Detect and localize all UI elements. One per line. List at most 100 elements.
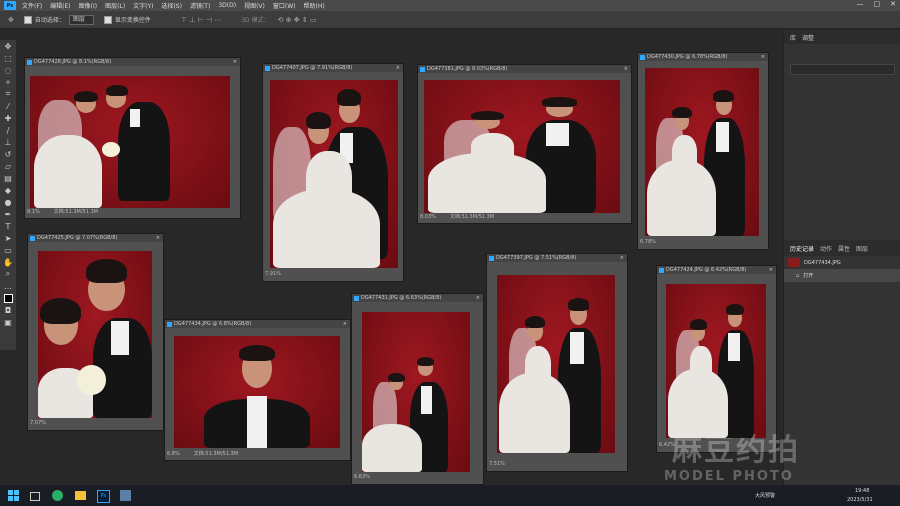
wechat-icon[interactable]	[52, 490, 63, 501]
brush-icon[interactable]: ∕	[0, 124, 16, 136]
document-title: DG477407.JPG @ 7.91%(RGB/8)	[272, 65, 353, 71]
screenmode-icon[interactable]: ▣	[0, 316, 16, 328]
menu-layer[interactable]: 图层(L)	[105, 1, 125, 10]
photo-canvas[interactable]	[270, 80, 398, 268]
document-title: DG477381.JPG @ 8.03%(RGB/8)	[427, 66, 508, 72]
zoom-readout[interactable]: 7.07%	[30, 420, 46, 426]
gradient-icon[interactable]: ▤	[0, 172, 16, 184]
history-open-row[interactable]: ▫ 打开	[784, 269, 900, 282]
photoshop-icon[interactable]: Ps	[97, 490, 110, 503]
menu-view[interactable]: 视图(V)	[244, 1, 265, 10]
close-document-icon[interactable]: ×	[769, 267, 773, 273]
eyedropper-icon[interactable]: ⁄	[0, 100, 16, 112]
zoom-readout[interactable]: 6.78%	[640, 239, 656, 245]
document-titlebar[interactable]: DG477407.JPG @ 7.91%(RGB/8) ×	[263, 64, 403, 72]
auto-select-checkbox[interactable]	[23, 15, 32, 24]
healing-icon[interactable]: ✚	[0, 112, 16, 124]
groom-hair	[541, 97, 577, 107]
close-document-icon[interactable]: ×	[343, 321, 347, 327]
rectangle-icon[interactable]: ▭	[0, 244, 16, 256]
document-titlebar[interactable]: DG477425.JPG @ 7.07%(RGB/8) ×	[28, 234, 163, 242]
stamp-icon[interactable]: ⊥	[0, 136, 16, 148]
menu-select[interactable]: 选择(S)	[161, 1, 182, 10]
document-titlebar[interactable]: DG477397.JPG @ 7.51%(RGB/8) ×	[487, 254, 627, 262]
zoom-readout[interactable]: 6.8%	[167, 451, 180, 457]
close-document-icon[interactable]: ×	[624, 66, 628, 72]
menu-window[interactable]: 窗口(W)	[273, 1, 296, 10]
clock-date[interactable]: 2023/5/31	[847, 497, 873, 503]
zoom-readout[interactable]: 7.51%	[489, 461, 505, 467]
align-icons[interactable]: ⊤ ⊥ ⊢ ⊣ ⋯	[181, 16, 221, 24]
zoom-readout[interactable]: 8.03%	[420, 214, 436, 220]
close-document-icon[interactable]: ×	[761, 54, 765, 60]
move-tool-icon[interactable]: ✥	[8, 16, 14, 24]
maximize-button[interactable]: □	[874, 0, 881, 8]
photo-canvas[interactable]	[174, 336, 340, 448]
weather-text[interactable]: 大风预警	[755, 492, 775, 499]
marquee-icon[interactable]: ⬚	[0, 52, 16, 64]
photo-canvas[interactable]	[497, 275, 615, 453]
quickmask-icon[interactable]: ◘	[0, 304, 16, 316]
auto-select-dropdown[interactable]: 图层	[68, 14, 94, 25]
more-icon[interactable]: …	[0, 280, 16, 292]
document-titlebar[interactable]: DG477434.JPG @ 6.8%(RGB/8) ×	[165, 320, 350, 328]
document-titlebar[interactable]: DG477431.JPG @ 6.63%(RGB/8) ×	[352, 294, 483, 302]
document-titlebar[interactable]: DG477381.JPG @ 8.03%(RGB/8) ×	[418, 65, 631, 73]
tab-actions[interactable]: 动作	[820, 244, 832, 253]
photo-canvas[interactable]	[424, 80, 620, 213]
magic-wand-icon[interactable]: ✧	[0, 76, 16, 88]
hand-icon[interactable]: ✋	[0, 256, 16, 268]
close-document-icon[interactable]: ×	[476, 295, 480, 301]
minimize-button[interactable]: —	[857, 0, 864, 8]
windows-start-icon[interactable]	[8, 490, 19, 501]
close-document-icon[interactable]: ×	[396, 65, 400, 71]
zoom-icon[interactable]: ⌕	[0, 268, 16, 280]
photo-canvas[interactable]	[362, 312, 470, 472]
history-brush-icon[interactable]: ↺	[0, 148, 16, 160]
close-document-icon[interactable]: ×	[620, 255, 624, 261]
crop-icon[interactable]: ⌗	[0, 88, 16, 100]
blur-icon[interactable]: ◆	[0, 184, 16, 196]
3d-tools-icons[interactable]: ⟲ ⊕ ✥ ⇕ ▭	[278, 16, 317, 24]
tab-layers[interactable]: 图层	[856, 244, 868, 253]
document-titlebar[interactable]: DG477428.JPG @ 8.1%(RGB/8) ×	[25, 58, 240, 66]
path-select-icon[interactable]: ➤	[0, 232, 16, 244]
color-swatch-icon[interactable]	[0, 292, 16, 304]
menu-file[interactable]: 文件(F)	[22, 1, 42, 10]
eraser-icon[interactable]: ▱	[0, 160, 16, 172]
lasso-icon[interactable]: ◌	[0, 64, 16, 76]
photo-canvas[interactable]	[645, 68, 759, 236]
document-titlebar[interactable]: DG477424.JPG @ 6.42%(RGB/8) ×	[657, 266, 776, 274]
taskview-icon[interactable]	[30, 492, 40, 501]
pen-icon[interactable]: ✒	[0, 208, 16, 220]
calculator-icon[interactable]	[120, 490, 131, 501]
file-explorer-icon[interactable]	[75, 491, 86, 500]
menu-edit[interactable]: 编辑(E)	[50, 1, 70, 10]
zoom-readout[interactable]: 6.63%	[354, 474, 370, 480]
close-button[interactable]: ✕	[890, 0, 896, 8]
menu-3d[interactable]: 3D(D)	[218, 2, 236, 9]
dodge-icon[interactable]: ●	[0, 196, 16, 208]
close-document-icon[interactable]: ×	[156, 235, 160, 241]
tab-history[interactable]: 历史记录	[790, 244, 814, 253]
clock-time[interactable]: 19:48	[855, 488, 869, 494]
tab-properties[interactable]: 属性	[838, 244, 850, 253]
zoom-readout[interactable]: 8.1%	[27, 209, 40, 215]
tab-library[interactable]: 库	[790, 33, 796, 42]
tab-adjustments[interactable]: 调整	[802, 33, 814, 42]
photo-canvas[interactable]	[30, 76, 230, 208]
show-transform-checkbox[interactable]	[103, 15, 112, 24]
move-icon[interactable]: ✥	[0, 40, 16, 52]
photo-canvas[interactable]	[38, 251, 152, 418]
zoom-readout[interactable]: 7.91%	[265, 271, 281, 277]
close-document-icon[interactable]: ×	[233, 59, 237, 65]
photo-canvas[interactable]	[666, 284, 766, 438]
history-snapshot-row[interactable]: DG477434.JPG	[784, 256, 900, 269]
menu-type[interactable]: 文字(Y)	[133, 1, 153, 10]
document-titlebar[interactable]: DG477430.JPG @ 6.78%(RGB/8) ×	[638, 53, 768, 61]
menu-image[interactable]: 图像(I)	[79, 1, 97, 10]
menu-filter[interactable]: 滤镜(T)	[190, 1, 210, 10]
type-icon[interactable]: T	[0, 220, 16, 232]
library-search-input[interactable]	[790, 64, 895, 75]
menu-help[interactable]: 帮助(H)	[304, 1, 325, 10]
